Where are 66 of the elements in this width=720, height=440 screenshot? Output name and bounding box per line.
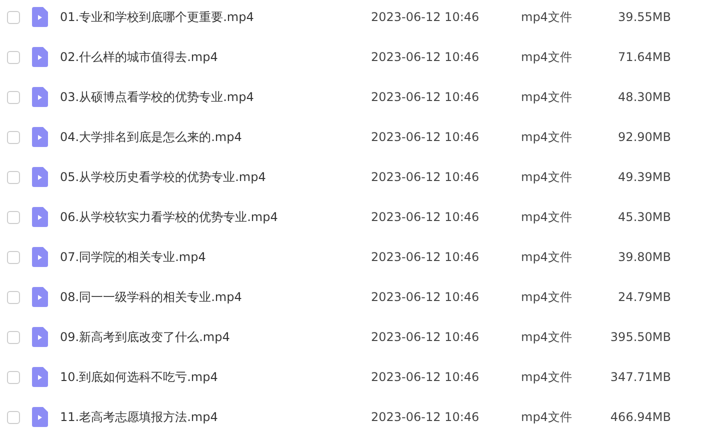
file-type: mp4文件 xyxy=(521,88,573,106)
video-file-icon xyxy=(32,287,48,307)
video-file-icon xyxy=(32,7,48,27)
file-name[interactable]: 01.专业和学校到底哪个更重要.mp4 xyxy=(60,8,371,26)
checkbox[interactable] xyxy=(7,130,20,144)
file-name[interactable]: 10.到底如何选科不吃亏.mp4 xyxy=(60,368,371,386)
checkbox[interactable] xyxy=(7,50,20,64)
file-date: 2023-06-12 10:46 xyxy=(371,170,480,184)
file-name[interactable]: 09.新高考到底改变了什么.mp4 xyxy=(60,328,371,346)
checkbox[interactable] xyxy=(7,290,20,304)
file-name[interactable]: 06.从学校软实力看学校的优势专业.mp4 xyxy=(60,208,371,226)
video-file-icon xyxy=(32,407,48,427)
file-type: mp4文件 xyxy=(521,288,573,306)
file-type: mp4文件 xyxy=(521,408,573,426)
checkbox[interactable] xyxy=(7,410,20,424)
file-name[interactable]: 05.从学校历史看学校的优势专业.mp4 xyxy=(60,168,371,186)
file-name[interactable]: 08.同一一级学科的相关专业.mp4 xyxy=(60,288,371,306)
file-type: mp4文件 xyxy=(521,208,573,226)
video-file-icon xyxy=(32,247,48,267)
checkbox[interactable] xyxy=(7,10,20,24)
video-file-icon xyxy=(32,327,48,347)
checkbox[interactable] xyxy=(7,250,20,264)
file-type: mp4文件 xyxy=(521,168,573,186)
file-date: 2023-06-12 10:46 xyxy=(371,290,480,304)
video-file-icon xyxy=(32,47,48,67)
video-file-icon xyxy=(32,87,48,107)
file-size: 24.79MB xyxy=(617,290,671,304)
file-size: 39.80MB xyxy=(617,250,671,264)
file-size: 48.30MB xyxy=(617,90,671,104)
video-file-icon xyxy=(32,207,48,227)
file-date: 2023-06-12 10:46 xyxy=(371,50,480,64)
file-size: 45.30MB xyxy=(617,210,671,224)
file-size: 49.39MB xyxy=(617,170,671,184)
file-type: mp4文件 xyxy=(521,368,573,386)
video-file-icon xyxy=(32,367,48,387)
file-date: 2023-06-12 10:46 xyxy=(371,130,480,144)
file-date: 2023-06-12 10:46 xyxy=(371,90,480,104)
file-size: 71.64MB xyxy=(617,50,671,64)
file-date: 2023-06-12 10:46 xyxy=(371,250,480,264)
checkbox[interactable] xyxy=(7,330,20,344)
file-size: 466.94MB xyxy=(609,410,671,424)
file-date: 2023-06-12 10:46 xyxy=(371,210,480,224)
video-file-icon xyxy=(32,167,48,187)
file-date: 2023-06-12 10:46 xyxy=(371,370,480,384)
file-date: 2023-06-12 10:46 xyxy=(371,410,480,424)
file-type: mp4文件 xyxy=(521,128,573,146)
file-size: 395.50MB xyxy=(609,330,671,344)
file-name[interactable]: 03.从硕博点看学校的优势专业.mp4 xyxy=(60,88,371,106)
checkbox[interactable] xyxy=(7,210,20,224)
file-date: 2023-06-12 10:46 xyxy=(371,10,480,24)
file-name[interactable]: 07.同学院的相关专业.mp4 xyxy=(60,248,371,266)
file-type: mp4文件 xyxy=(521,8,573,26)
file-type: mp4文件 xyxy=(521,48,573,66)
file-name[interactable]: 11.老高考志愿填报方法.mp4 xyxy=(60,408,371,426)
file-name[interactable]: 04.大学排名到底是怎么来的.mp4 xyxy=(60,128,371,146)
checkbox[interactable] xyxy=(7,90,20,104)
video-file-icon xyxy=(32,127,48,147)
file-name[interactable]: 02.什么样的城市值得去.mp4 xyxy=(60,48,371,66)
file-size: 347.71MB xyxy=(609,370,671,384)
file-size: 39.55MB xyxy=(617,10,671,24)
file-date: 2023-06-12 10:46 xyxy=(371,330,480,344)
file-type: mp4文件 xyxy=(521,328,573,346)
file-type: mp4文件 xyxy=(521,248,573,266)
checkbox[interactable] xyxy=(7,370,20,384)
checkbox[interactable] xyxy=(7,170,20,184)
file-size: 92.90MB xyxy=(617,130,671,144)
